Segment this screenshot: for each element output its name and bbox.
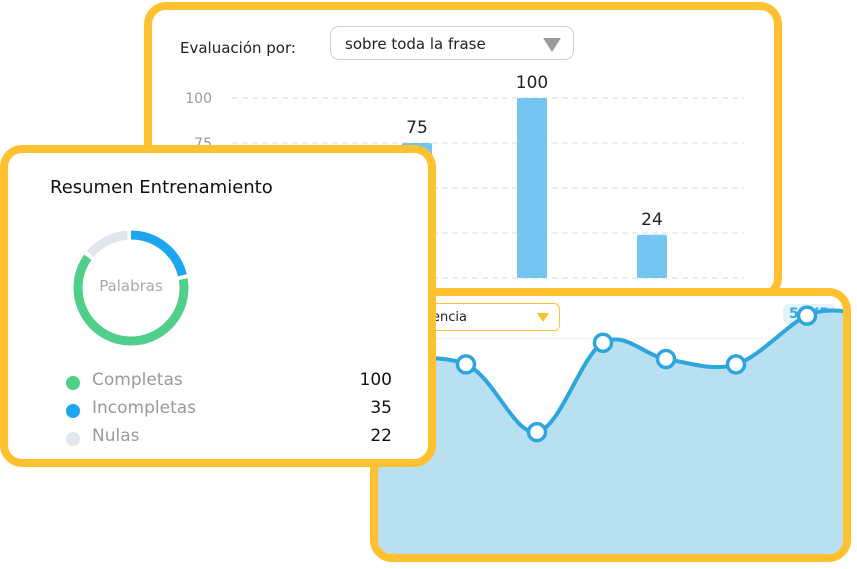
donut-center-label: Palabras [99, 277, 163, 295]
legend-dot [66, 432, 80, 446]
data-point[interactable] [796, 305, 818, 326]
y-tick-label: 100 [185, 91, 212, 107]
bar-value-label: 24 [641, 210, 663, 230]
data-point[interactable] [526, 421, 548, 443]
bar [637, 234, 667, 278]
bar [517, 98, 547, 278]
legend-label: Incompletas [92, 398, 197, 418]
data-point[interactable] [455, 354, 477, 375]
legend-label: Nulas [92, 426, 140, 446]
legend-label: Completas [92, 370, 183, 390]
summary-title: Resumen Entrenamiento [50, 177, 273, 198]
legend-item-incompletas: Incompletas 35 [66, 398, 406, 422]
bar-value-label: 100 [516, 73, 548, 93]
data-point[interactable] [592, 332, 614, 353]
summary-card: Resumen Entrenamiento Palabras Completas… [0, 145, 436, 467]
progress-card: encia 50XP [370, 288, 851, 562]
legend-dot [66, 376, 80, 390]
area-chart [378, 305, 843, 554]
data-point[interactable] [725, 354, 747, 375]
legend-item-completas: Completas 100 [66, 370, 406, 394]
data-point[interactable] [655, 348, 677, 370]
legend-value: 35 [370, 398, 392, 418]
legend-value: 22 [370, 426, 392, 446]
legend-item-nulas: Nulas 22 [66, 426, 406, 450]
bar-value-label: 75 [406, 118, 428, 138]
legend-dot [66, 404, 80, 418]
legend-value: 100 [359, 370, 392, 390]
